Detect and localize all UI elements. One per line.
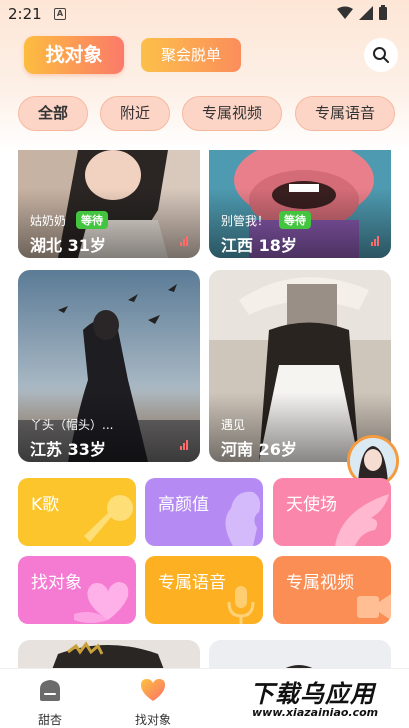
status-icons — [337, 5, 387, 20]
filter-all[interactable]: 全部 — [18, 96, 88, 131]
signal-icon — [359, 5, 373, 20]
search-icon — [373, 47, 389, 63]
profile-location-age: 江西 18岁 — [221, 236, 297, 255]
wing-icon — [335, 494, 389, 546]
category-angel[interactable]: 天使场 — [273, 478, 391, 546]
watermark-title: 下载乌应用 — [250, 680, 375, 708]
status-bar: 2:21 A — [0, 0, 409, 28]
category-label: 天使场 — [286, 495, 337, 515]
nav-label: 找对象 — [134, 713, 171, 727]
tab-find-partner[interactable]: 找对象 — [24, 36, 124, 74]
header: 找对象 聚会脱单 — [0, 34, 409, 78]
category-label: K歌 — [31, 495, 60, 515]
profile-card[interactable]: 别管我！ 等待 江西 18岁 — [209, 150, 391, 258]
home-icon — [40, 680, 60, 701]
microphone-icon — [84, 495, 133, 542]
status-badge: 等待 — [279, 211, 311, 229]
profile-nickname: 遇见 — [221, 418, 246, 432]
category-good-looks[interactable]: 高颜值 — [145, 478, 263, 546]
profile-nickname: 丫头（帽头）... — [30, 418, 114, 432]
filter-nearby[interactable]: 附近 — [100, 96, 170, 131]
profile-card[interactable]: 丫头（帽头）... 江苏 33岁 — [18, 270, 200, 462]
video-icon — [357, 594, 391, 620]
status-time: 2:21 — [8, 5, 42, 23]
category-find-partner[interactable]: 找对象 — [18, 556, 136, 624]
online-signal-icon — [180, 440, 188, 450]
watermark: 下载乌应用 www.xiazainiao.com — [246, 672, 406, 724]
online-signal-icon — [371, 236, 379, 246]
profile-nickname: 姑奶奶 — [30, 214, 67, 228]
category-label: 专属视频 — [286, 573, 354, 593]
nav-item-find-partner[interactable]: 找对象 — [118, 677, 188, 728]
heart-icon — [141, 679, 165, 701]
watermark-url: www.xiazainiao.com — [252, 706, 379, 719]
filter-bar: 全部 附近 专属视频 专属语音 — [18, 96, 409, 132]
mic-icon — [227, 586, 255, 624]
profile-card[interactable]: 姑奶奶 等待 湖北 31岁 — [18, 150, 200, 258]
profile-card[interactable]: 遇见 河南 26岁 — [209, 270, 391, 462]
category-exclusive-video[interactable]: 专属视频 — [273, 556, 391, 624]
wifi-icon — [337, 6, 353, 19]
face-profile-icon — [225, 491, 261, 546]
tab-party[interactable]: 聚会脱单 — [141, 38, 241, 72]
status-badge: 等待 — [76, 211, 108, 229]
category-exclusive-voice[interactable]: 专属语音 — [145, 556, 263, 624]
nav-item-home[interactable]: 甜杏 — [15, 677, 85, 728]
category-label: 高颜值 — [158, 495, 209, 515]
profile-location-age: 湖北 31岁 — [30, 236, 106, 255]
search-button[interactable] — [364, 38, 398, 72]
notification-app-icon: A — [54, 8, 66, 20]
online-signal-icon — [180, 236, 188, 246]
filter-voice[interactable]: 专属语音 — [295, 96, 395, 131]
category-karaoke[interactable]: K歌 — [18, 478, 136, 546]
nav-label: 甜杏 — [37, 713, 62, 727]
heart-icon — [74, 582, 129, 623]
profile-nickname: 别管我！ — [221, 214, 270, 228]
filter-video[interactable]: 专属视频 — [182, 96, 282, 131]
profile-location-age: 江苏 33岁 — [30, 440, 106, 459]
battery-icon — [379, 5, 387, 20]
profile-location-age: 河南 26岁 — [221, 440, 297, 459]
category-label: 专属语音 — [158, 573, 226, 593]
